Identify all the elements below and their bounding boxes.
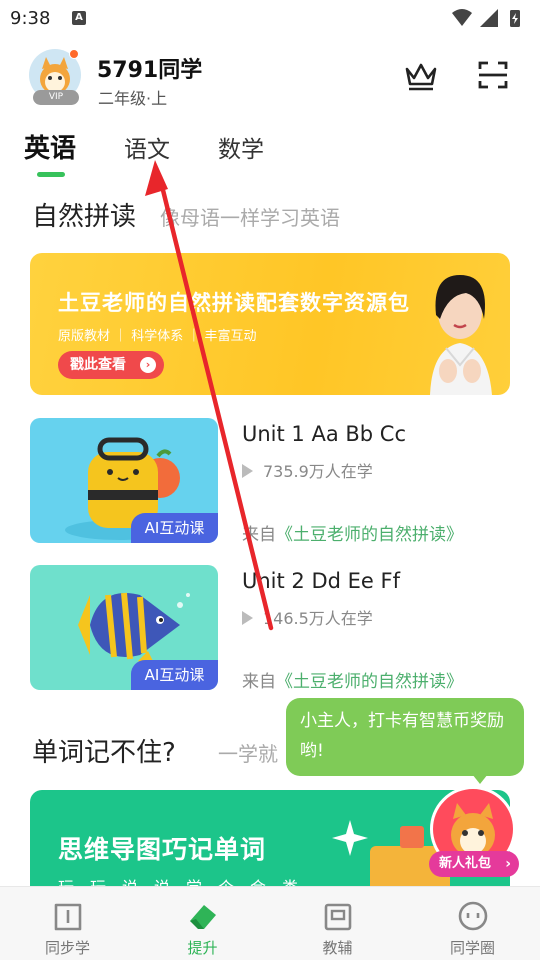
lesson-learners: 735.9万人在学	[242, 458, 373, 482]
lesson-title[interactable]: Unit 1 Aa Bb Cc	[242, 422, 406, 446]
chevron-right-icon: ›	[505, 856, 511, 872]
tab-indicator	[37, 172, 65, 177]
nav-label: 提升	[187, 939, 218, 957]
lesson-thumbnail[interactable]: AI互动课	[30, 565, 218, 690]
section-title-phonics: 自然拼读	[32, 202, 137, 232]
status-time: 9:38	[10, 8, 51, 29]
section-title-vocab: 单词记不住?	[32, 738, 176, 768]
banner-title: 土豆老师的自然拼读配套数字资源包	[58, 291, 410, 315]
tab-english[interactable]: 英语	[24, 128, 76, 165]
grade-label[interactable]: 二年级·上	[98, 85, 167, 109]
bubble-tail	[472, 774, 488, 784]
learners-count: 146.5万人在学	[263, 609, 373, 628]
learners-count: 735.9万人在学	[263, 462, 373, 481]
book-icon	[54, 903, 81, 931]
new-user-gift-button[interactable]: 新人礼包 ›	[429, 851, 519, 877]
view-now-button[interactable]: 戳此查看 ›	[58, 351, 164, 379]
vocab-banner-title: 思维导图巧记单词	[58, 835, 267, 864]
lesson-thumbnail[interactable]: AI互动课	[30, 418, 218, 543]
play-icon	[242, 611, 253, 625]
nav-label: 同步学	[44, 939, 90, 957]
nav-item-classmates[interactable]: 同学圈	[405, 887, 540, 960]
nav-label: 同学圈	[449, 939, 495, 957]
source-prefix: 来自	[242, 672, 276, 692]
section-subtitle-phonics: 像母语一样学习英语	[160, 206, 340, 230]
notification-dot	[69, 49, 79, 59]
nav-item-improve[interactable]: 提升	[135, 887, 270, 960]
source-prefix: 来自	[242, 525, 276, 545]
section-subtitle-vocab: 一学就	[218, 742, 278, 766]
teacher-photo	[430, 275, 492, 395]
toolbox-icon	[324, 903, 351, 931]
lesson-source: 来自《土豆老师的自然拼读》	[242, 667, 463, 692]
ai-interactive-badge: AI互动课	[131, 660, 218, 690]
checkin-bubble[interactable]: 小主人，打卡有智慧币奖励哟!	[286, 698, 524, 776]
lesson-title[interactable]: Unit 2 Dd Ee Ff	[242, 569, 400, 593]
notification-icon: A	[72, 11, 86, 25]
wifi-icon	[452, 9, 472, 26]
bottom-nav: 同步学 提升 教辅 同学圈	[0, 886, 540, 960]
tab-chinese[interactable]: 语文	[124, 130, 170, 164]
chat-face-icon	[458, 901, 487, 931]
nav-item-tutoring[interactable]: 教辅	[270, 887, 405, 960]
lesson-source: 来自《土豆老师的自然拼读》	[242, 520, 463, 545]
nav-item-sync-study[interactable]: 同步学	[0, 887, 135, 960]
view-now-label: 戳此查看	[70, 357, 126, 373]
username[interactable]: 5791同学	[97, 52, 202, 84]
chevron-right-icon: ›	[140, 357, 156, 373]
crown-icon[interactable]	[402, 58, 440, 92]
tab-math[interactable]: 数学	[218, 130, 264, 164]
ai-interactive-badge: AI互动课	[131, 513, 218, 543]
nav-label: 教辅	[322, 939, 353, 957]
status-icons	[452, 9, 520, 27]
gift-label: 新人礼包	[439, 856, 492, 871]
play-icon	[242, 464, 253, 478]
source-book-link[interactable]: 《土豆老师的自然拼读》	[276, 525, 463, 545]
signal-icon	[480, 9, 498, 27]
status-bar: 9:38 A	[0, 0, 540, 36]
eraser-icon	[189, 905, 216, 929]
vip-badge: VIP	[33, 90, 79, 105]
phonics-banner[interactable]: 土豆老师的自然拼读配套数字资源包 原版教材 ｜ 科学体系 ｜ 丰富互动 戳此查看…	[30, 253, 510, 395]
source-book-link[interactable]: 《土豆老师的自然拼读》	[276, 672, 463, 692]
lesson-learners: 146.5万人在学	[242, 605, 373, 629]
scan-icon[interactable]	[474, 57, 512, 93]
banner-tags: 原版教材 ｜ 科学体系 ｜ 丰富互动	[58, 329, 257, 344]
